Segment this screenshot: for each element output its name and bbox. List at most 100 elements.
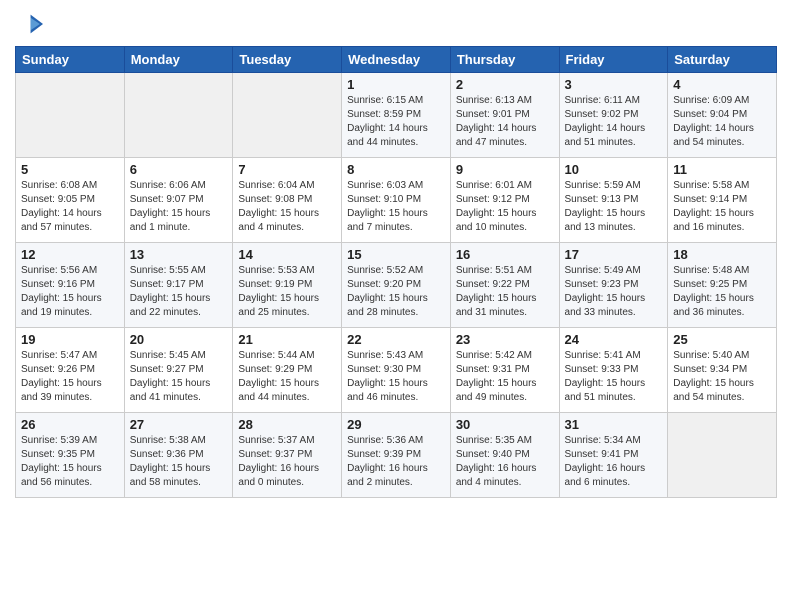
day-number: 12 [21, 247, 119, 262]
day-number: 7 [238, 162, 336, 177]
calendar-cell: 22 Sunrise: 5:43 AM Sunset: 9:30 PM Dayli… [342, 328, 451, 413]
calendar-cell: 31 Sunrise: 5:34 AM Sunset: 9:41 PM Dayli… [559, 413, 668, 498]
calendar-cell: 26 Sunrise: 5:39 AM Sunset: 9:35 PM Dayli… [16, 413, 125, 498]
day-number: 3 [565, 77, 663, 92]
cell-info: Sunrise: 6:15 AM Sunset: 8:59 PM Dayligh… [347, 94, 445, 150]
day-number: 10 [565, 162, 663, 177]
calendar-cell [233, 73, 342, 158]
calendar-cell: 12 Sunrise: 5:56 AM Sunset: 9:16 PM Dayli… [16, 243, 125, 328]
cell-info: Sunrise: 5:56 AM Sunset: 9:16 PM Dayligh… [21, 264, 119, 320]
calendar-cell [668, 413, 777, 498]
calendar-cell: 21 Sunrise: 5:44 AM Sunset: 9:29 PM Dayli… [233, 328, 342, 413]
calendar-cell: 11 Sunrise: 5:58 AM Sunset: 9:14 PM Dayli… [668, 158, 777, 243]
calendar-cell: 6 Sunrise: 6:06 AM Sunset: 9:07 PM Daylig… [124, 158, 233, 243]
calendar-cell: 1 Sunrise: 6:15 AM Sunset: 8:59 PM Daylig… [342, 73, 451, 158]
day-number: 28 [238, 417, 336, 432]
cell-info: Sunrise: 5:47 AM Sunset: 9:26 PM Dayligh… [21, 349, 119, 405]
cell-info: Sunrise: 5:59 AM Sunset: 9:13 PM Dayligh… [565, 179, 663, 235]
calendar-cell: 14 Sunrise: 5:53 AM Sunset: 9:19 PM Dayli… [233, 243, 342, 328]
calendar-week-4: 19 Sunrise: 5:47 AM Sunset: 9:26 PM Dayli… [16, 328, 777, 413]
calendar-cell: 28 Sunrise: 5:37 AM Sunset: 9:37 PM Dayli… [233, 413, 342, 498]
calendar-cell: 18Sunrise: 5:48 AM Sunset: 9:25 PM Dayli… [668, 243, 777, 328]
calendar-table: SundayMondayTuesdayWednesdayThursdayFrid… [15, 46, 777, 498]
cell-info: Sunrise: 6:09 AM Sunset: 9:04 PM Dayligh… [673, 94, 771, 150]
day-number: 25 [673, 332, 771, 347]
day-number: 11 [673, 162, 771, 177]
day-number: 29 [347, 417, 445, 432]
calendar-cell [124, 73, 233, 158]
calendar-cell: 2Sunrise: 6:13 AM Sunset: 9:01 PM Daylig… [450, 73, 559, 158]
calendar-cell: 4 Sunrise: 6:09 AM Sunset: 9:04 PM Daylig… [668, 73, 777, 158]
calendar-cell: 16 Sunrise: 5:51 AM Sunset: 9:22 PM Dayli… [450, 243, 559, 328]
day-number: 26 [21, 417, 119, 432]
weekday-header-sunday: Sunday [16, 47, 125, 73]
cell-info: Sunrise: 6:01 AM Sunset: 9:12 PM Dayligh… [456, 179, 554, 235]
day-number: 31 [565, 417, 663, 432]
cell-info: Sunrise: 6:06 AM Sunset: 9:07 PM Dayligh… [130, 179, 228, 235]
calendar-cell: 10 Sunrise: 5:59 AM Sunset: 9:13 PM Dayli… [559, 158, 668, 243]
calendar-cell: 30 Sunrise: 5:35 AM Sunset: 9:40 PM Dayli… [450, 413, 559, 498]
cell-info: Sunrise: 6:08 AM Sunset: 9:05 PM Dayligh… [21, 179, 119, 235]
calendar-week-3: 12 Sunrise: 5:56 AM Sunset: 9:16 PM Dayli… [16, 243, 777, 328]
calendar-cell: 7 Sunrise: 6:04 AM Sunset: 9:08 PM Daylig… [233, 158, 342, 243]
cell-info: Sunrise: 6:03 AM Sunset: 9:10 PM Dayligh… [347, 179, 445, 235]
cell-info: Sunrise: 5:49 AM Sunset: 9:23 PM Dayligh… [565, 264, 663, 320]
calendar-cell: 8 Sunrise: 6:03 AM Sunset: 9:10 PM Daylig… [342, 158, 451, 243]
cell-info: Sunrise: 5:42 AM Sunset: 9:31 PM Dayligh… [456, 349, 554, 405]
day-number: 9 [456, 162, 554, 177]
day-number: 15 [347, 247, 445, 262]
day-number: 27 [130, 417, 228, 432]
calendar-cell: 23 Sunrise: 5:42 AM Sunset: 9:31 PM Dayli… [450, 328, 559, 413]
cell-info: Sunrise: 5:36 AM Sunset: 9:39 PM Dayligh… [347, 434, 445, 490]
page: SundayMondayTuesdayWednesdayThursdayFrid… [0, 0, 792, 513]
cell-info: Sunrise: 5:34 AM Sunset: 9:41 PM Dayligh… [565, 434, 663, 490]
calendar-cell: 13Sunrise: 5:55 AM Sunset: 9:17 PM Dayli… [124, 243, 233, 328]
cell-info: Sunrise: 5:58 AM Sunset: 9:14 PM Dayligh… [673, 179, 771, 235]
cell-info: Sunrise: 5:43 AM Sunset: 9:30 PM Dayligh… [347, 349, 445, 405]
header [15, 10, 777, 38]
weekday-header-monday: Monday [124, 47, 233, 73]
cell-info: Sunrise: 5:37 AM Sunset: 9:37 PM Dayligh… [238, 434, 336, 490]
calendar-week-2: 5 Sunrise: 6:08 AM Sunset: 9:05 PM Daylig… [16, 158, 777, 243]
day-number: 16 [456, 247, 554, 262]
cell-info: Sunrise: 5:39 AM Sunset: 9:35 PM Dayligh… [21, 434, 119, 490]
cell-info: Sunrise: 5:38 AM Sunset: 9:36 PM Dayligh… [130, 434, 228, 490]
day-number: 4 [673, 77, 771, 92]
cell-info: Sunrise: 5:55 AM Sunset: 9:17 PM Dayligh… [130, 264, 228, 320]
cell-info: Sunrise: 6:13 AM Sunset: 9:01 PM Dayligh… [456, 94, 554, 150]
day-number: 30 [456, 417, 554, 432]
day-number: 8 [347, 162, 445, 177]
cell-info: Sunrise: 5:41 AM Sunset: 9:33 PM Dayligh… [565, 349, 663, 405]
calendar-cell: 19 Sunrise: 5:47 AM Sunset: 9:26 PM Dayli… [16, 328, 125, 413]
day-number: 21 [238, 332, 336, 347]
day-number: 24 [565, 332, 663, 347]
header-row: SundayMondayTuesdayWednesdayThursdayFrid… [16, 47, 777, 73]
cell-info: Sunrise: 5:35 AM Sunset: 9:40 PM Dayligh… [456, 434, 554, 490]
generalblue-logo-icon [15, 10, 43, 38]
cell-info: Sunrise: 5:51 AM Sunset: 9:22 PM Dayligh… [456, 264, 554, 320]
day-number: 6 [130, 162, 228, 177]
calendar-cell: 3 Sunrise: 6:11 AM Sunset: 9:02 PM Daylig… [559, 73, 668, 158]
day-number: 22 [347, 332, 445, 347]
weekday-header-saturday: Saturday [668, 47, 777, 73]
calendar-cell: 27 Sunrise: 5:38 AM Sunset: 9:36 PM Dayli… [124, 413, 233, 498]
day-number: 5 [21, 162, 119, 177]
weekday-header-friday: Friday [559, 47, 668, 73]
calendar-cell: 24 Sunrise: 5:41 AM Sunset: 9:33 PM Dayli… [559, 328, 668, 413]
weekday-header-tuesday: Tuesday [233, 47, 342, 73]
calendar-cell: 9 Sunrise: 6:01 AM Sunset: 9:12 PM Daylig… [450, 158, 559, 243]
cell-info: Sunrise: 5:45 AM Sunset: 9:27 PM Dayligh… [130, 349, 228, 405]
cell-info: Sunrise: 6:04 AM Sunset: 9:08 PM Dayligh… [238, 179, 336, 235]
day-number: 20 [130, 332, 228, 347]
cell-info: Sunrise: 6:11 AM Sunset: 9:02 PM Dayligh… [565, 94, 663, 150]
day-number: 18 [673, 247, 771, 262]
calendar-cell: 25Sunrise: 5:40 AM Sunset: 9:34 PM Dayli… [668, 328, 777, 413]
day-number: 1 [347, 77, 445, 92]
cell-info: Sunrise: 5:53 AM Sunset: 9:19 PM Dayligh… [238, 264, 336, 320]
calendar-cell: 20 Sunrise: 5:45 AM Sunset: 9:27 PM Dayli… [124, 328, 233, 413]
cell-info: Sunrise: 5:44 AM Sunset: 9:29 PM Dayligh… [238, 349, 336, 405]
day-number: 19 [21, 332, 119, 347]
day-number: 23 [456, 332, 554, 347]
day-number: 14 [238, 247, 336, 262]
calendar-cell: 15Sunrise: 5:52 AM Sunset: 9:20 PM Dayli… [342, 243, 451, 328]
